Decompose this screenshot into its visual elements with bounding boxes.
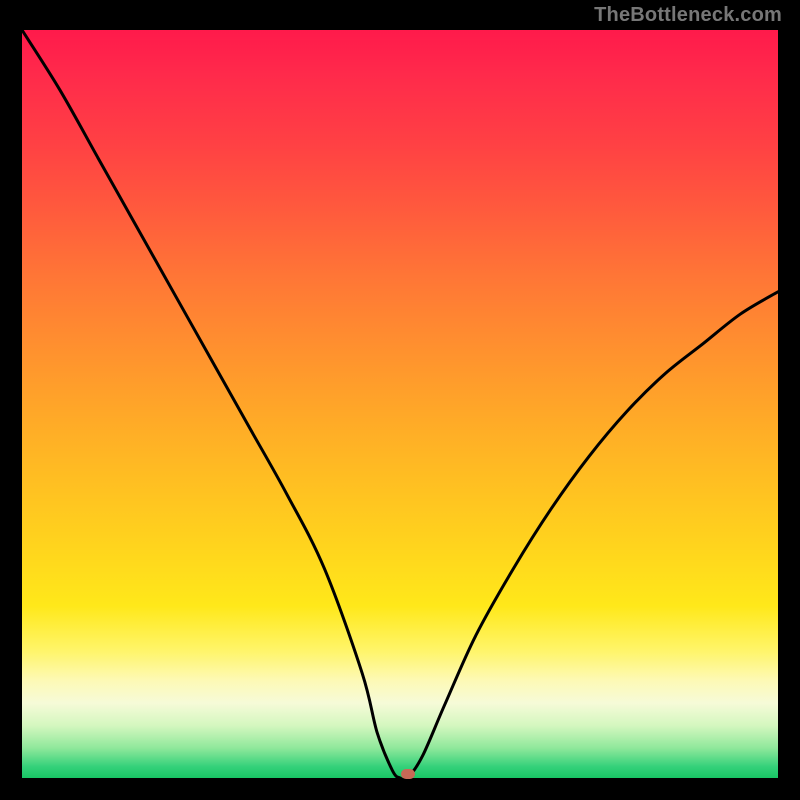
chart-frame: TheBottleneck.com [0, 0, 800, 800]
minimum-marker [401, 769, 415, 779]
plot-area [22, 30, 778, 778]
watermark-text: TheBottleneck.com [594, 4, 782, 27]
bottleneck-curve [22, 30, 778, 778]
